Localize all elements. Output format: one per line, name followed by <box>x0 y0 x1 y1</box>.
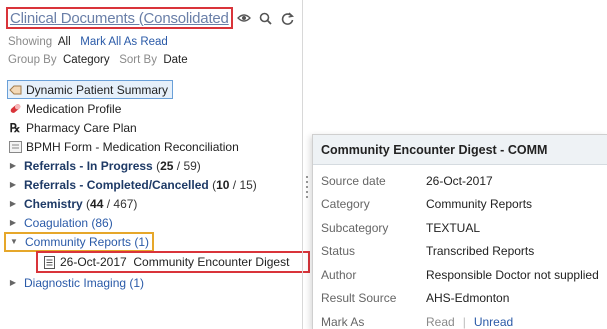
sort-by-label: Sort By <box>119 54 157 66</box>
panel-header: Clinical Documents (Consolidated <box>6 7 295 29</box>
title-highlight: Clinical Documents (Consolidated <box>6 7 233 29</box>
tree-item-medication-profile[interactable]: Medication Profile <box>8 99 302 118</box>
tree-label: BPMH Form - Medication Reconciliation <box>26 139 239 154</box>
panel-divider <box>302 0 303 329</box>
detail-row-status: Status Transcribed Reports <box>321 240 607 264</box>
collapse-arrow-icon[interactable]: ▼ <box>9 235 19 249</box>
community-doc-highlight: 26-Oct-2017 Community Encounter Digest <box>36 251 310 273</box>
showing-row: Showing All Mark All As Read <box>8 36 168 48</box>
mark-all-read-link[interactable]: Mark All As Read <box>80 36 168 48</box>
unread-count: 10 <box>216 177 230 192</box>
document-preview-card: Community Encounter Digest - COMM Source… <box>312 134 607 329</box>
mark-separator: | <box>462 314 466 329</box>
form-icon <box>8 140 22 154</box>
detail-key: Author <box>321 267 357 282</box>
card-details: Source date 26-Oct-2017 Category Communi… <box>313 165 607 329</box>
detail-key: Result Source <box>321 291 397 306</box>
detail-row-category: Category Community Reports <box>321 193 607 217</box>
tree-label: Community Reports (1) <box>25 234 150 249</box>
total-count: 467) <box>113 196 138 211</box>
detail-row-author: Author Responsible Doctor not supplied <box>321 263 607 287</box>
tree-item-referrals-completed[interactable]: ▶ Referrals - Completed/Cancelled (10 / … <box>8 175 302 194</box>
summary-icon <box>8 83 22 97</box>
detail-row-mark-as: Mark As Read | Unread <box>321 310 607 329</box>
refresh-icon[interactable] <box>281 11 295 25</box>
search-icon[interactable] <box>259 11 273 25</box>
showing-value[interactable]: All <box>58 36 71 48</box>
expand-arrow-icon[interactable]: ▶ <box>8 178 18 192</box>
rx-icon: ℞ <box>9 120 21 135</box>
detail-row-subcategory: Subcategory TEXTUAL <box>321 216 607 240</box>
expand-arrow-icon[interactable]: ▶ <box>8 197 18 211</box>
tree-item-community-doc[interactable]: 26-Oct-2017 Community Encounter Digest <box>8 251 310 273</box>
tree-label: Medication Profile <box>26 101 122 116</box>
tree-label: Pharmacy Care Plan <box>26 120 137 135</box>
resize-handle[interactable] <box>306 176 309 198</box>
mark-unread-link[interactable]: Unread <box>474 315 513 329</box>
tree-item-pharmacy-care-plan[interactable]: ℞ Pharmacy Care Plan <box>8 118 302 137</box>
tree-item-referrals-in-progress[interactable]: ▶ Referrals - In Progress (25 / 59) <box>8 156 302 175</box>
expand-arrow-icon[interactable]: ▶ <box>8 276 18 290</box>
document-tree: Dynamic Patient Summary Medication Profi… <box>4 80 310 292</box>
tree-item-coagulation[interactable]: ▶ Coagulation (86) <box>8 213 302 232</box>
tree-item-dynamic-summary[interactable]: Dynamic Patient Summary <box>7 80 302 99</box>
tree-label: Chemistry <box>24 196 83 211</box>
pill-icon <box>8 102 22 116</box>
detail-value: TEXTUAL <box>426 220 481 235</box>
total-count: 59) <box>183 158 201 173</box>
document-icon <box>42 255 56 269</box>
detail-value: Transcribed Reports <box>426 244 535 259</box>
detail-key: Category <box>321 197 370 212</box>
group-by-value[interactable]: Category <box>63 54 110 66</box>
eye-icon[interactable] <box>236 11 251 25</box>
panel-title[interactable]: Clinical Documents (Consolidated <box>10 10 229 27</box>
tree-item-diagnostic-imaging[interactable]: ▶ Diagnostic Imaging (1) <box>8 273 302 292</box>
count-sep: / <box>103 196 114 211</box>
documents-panel: Clinical Documents (Consolidated Showing… <box>0 0 310 329</box>
tree-item-bpmh[interactable]: BPMH Form - Medication Reconciliation <box>8 137 302 156</box>
tree-label: Diagnostic Imaging (1) <box>24 275 145 290</box>
mark-read-link[interactable]: Read <box>426 315 455 329</box>
community-reports-highlight: ▼ Community Reports (1) <box>4 231 155 252</box>
tree-item-chemistry[interactable]: ▶ Chemistry (44 / 467) <box>8 194 302 213</box>
unread-count: 25 <box>160 158 174 173</box>
header-icons <box>236 11 295 25</box>
card-title: Community Encounter Digest - COMM <box>313 135 607 165</box>
expand-arrow-icon[interactable]: ▶ <box>8 159 18 173</box>
detail-value: AHS-Edmonton <box>426 291 510 306</box>
mark-as-label: Mark As <box>321 314 365 329</box>
tree-label: Referrals - Completed/Cancelled <box>24 177 209 192</box>
tree-label: Dynamic Patient Summary <box>26 82 169 97</box>
tree-label: 26-Oct-2017 Community Encounter Digest <box>60 255 290 269</box>
detail-value: 26-Oct-2017 <box>426 173 493 188</box>
detail-value: Community Reports <box>426 197 533 212</box>
sort-by-value[interactable]: Date <box>163 54 187 66</box>
detail-row-source-date: Source date 26-Oct-2017 <box>321 169 607 193</box>
selected-row: Dynamic Patient Summary <box>7 80 174 99</box>
count-sep: / <box>173 158 184 173</box>
count-sep: / <box>229 177 240 192</box>
detail-key: Source date <box>321 173 386 188</box>
showing-label: Showing <box>8 36 53 48</box>
group-by-label: Group By <box>8 54 57 66</box>
tree-item-community-reports[interactable]: ▼ Community Reports (1) <box>4 231 302 252</box>
tree-label: Coagulation (86) <box>24 215 113 230</box>
expand-arrow-icon[interactable]: ▶ <box>8 216 18 230</box>
detail-value: Responsible Doctor not supplied <box>426 267 599 282</box>
group-sort-row: Group By Category Sort By Date <box>8 54 188 66</box>
detail-key: Subcategory <box>321 220 389 235</box>
detail-key: Status <box>321 244 356 259</box>
unread-count: 44 <box>90 196 104 211</box>
tree-label: Referrals - In Progress <box>24 158 153 173</box>
detail-row-result-source: Result Source AHS-Edmonton <box>321 287 607 311</box>
total-count: 15) <box>239 177 257 192</box>
